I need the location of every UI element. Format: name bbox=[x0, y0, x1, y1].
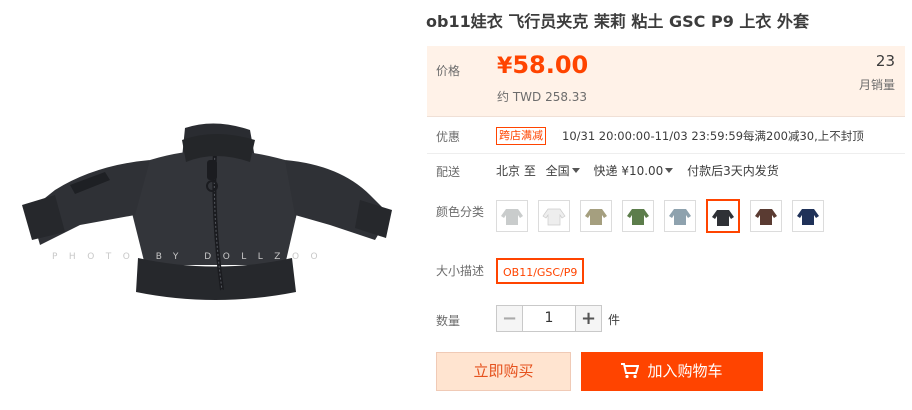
product-title: ob11娃衣 飞行员夹克 茉莉 粘土 GSC P9 上衣 外套 bbox=[426, 12, 809, 31]
color-swatch[interactable] bbox=[750, 200, 782, 232]
color-swatch[interactable] bbox=[496, 200, 528, 232]
increment-button[interactable]: + bbox=[575, 305, 602, 332]
watermark: PHOTO BY DOLLZOO bbox=[52, 252, 330, 262]
price-box: 价格 ¥58.00 约 TWD 258.33 23 月销量 bbox=[427, 46, 905, 116]
shipping-row: 北京 至 全国 快递 ¥10.00 付款后3天内发货 bbox=[496, 162, 785, 179]
color-swatch[interactable] bbox=[580, 200, 612, 232]
product-info-panel: ob11娃衣 飞行员夹克 茉莉 粘土 GSC P9 上衣 外套 价格 ¥58.0… bbox=[426, 0, 906, 406]
promo-badge[interactable]: 跨店满减 bbox=[496, 127, 546, 145]
color-swatch[interactable] bbox=[792, 200, 824, 232]
shipping-note: 付款后3天内发货 bbox=[687, 164, 779, 178]
cart-icon bbox=[621, 363, 640, 379]
jacket-icon bbox=[627, 209, 649, 225]
price-twd: 约 TWD 258.33 bbox=[497, 90, 588, 104]
quantity-unit: 件 bbox=[608, 313, 621, 327]
add-to-cart-button[interactable]: 加入购物车 bbox=[581, 352, 763, 391]
divider bbox=[427, 153, 905, 154]
color-swatch[interactable] bbox=[538, 200, 570, 232]
shipping-destination[interactable]: 全国 bbox=[546, 164, 570, 178]
quantity-label: 数量 bbox=[436, 314, 461, 328]
color-swatch-selected[interactable] bbox=[706, 199, 740, 233]
chevron-down-icon[interactable] bbox=[665, 168, 674, 173]
shipping-label: 配送 bbox=[436, 165, 461, 179]
color-label: 颜色分类 bbox=[436, 205, 485, 219]
jacket-photo bbox=[22, 123, 392, 300]
price-value: 58.00 bbox=[512, 51, 589, 79]
jacket-icon bbox=[501, 209, 523, 225]
add-to-cart-label: 加入购物车 bbox=[647, 362, 723, 380]
color-swatch[interactable] bbox=[622, 200, 654, 232]
jacket-icon bbox=[712, 210, 734, 226]
promo-text: 10/31 20:00:00-11/03 23:59:59每满200减30,上不… bbox=[562, 129, 864, 143]
buy-now-button[interactable]: 立即购买 bbox=[436, 352, 571, 391]
shipping-method[interactable]: 快递 ¥10.00 bbox=[594, 164, 664, 178]
currency-symbol: ¥ bbox=[497, 54, 513, 79]
price-amount: ¥58.00 bbox=[497, 51, 588, 79]
divider bbox=[427, 116, 905, 117]
shipping-from: 北京 至 bbox=[496, 164, 536, 178]
size-option[interactable]: OB11/GSC/P9 bbox=[496, 258, 585, 284]
price-label: 价格 bbox=[436, 64, 461, 78]
sales-count: 23 bbox=[875, 52, 895, 70]
decrement-button[interactable]: − bbox=[496, 305, 523, 332]
jacket-icon bbox=[755, 209, 777, 225]
promo-label: 优惠 bbox=[436, 130, 461, 144]
sales-label: 月销量 bbox=[858, 78, 895, 92]
jacket-icon bbox=[797, 209, 819, 225]
chevron-down-icon[interactable] bbox=[571, 168, 580, 173]
product-image[interactable]: PHOTO BY DOLLZOO bbox=[0, 0, 412, 406]
quantity-input[interactable]: 1 bbox=[522, 305, 576, 332]
jacket-icon bbox=[542, 208, 566, 226]
jacket-icon bbox=[669, 209, 691, 225]
jacket-icon bbox=[585, 209, 607, 225]
size-label: 大小描述 bbox=[436, 264, 485, 278]
color-swatch[interactable] bbox=[664, 200, 696, 232]
